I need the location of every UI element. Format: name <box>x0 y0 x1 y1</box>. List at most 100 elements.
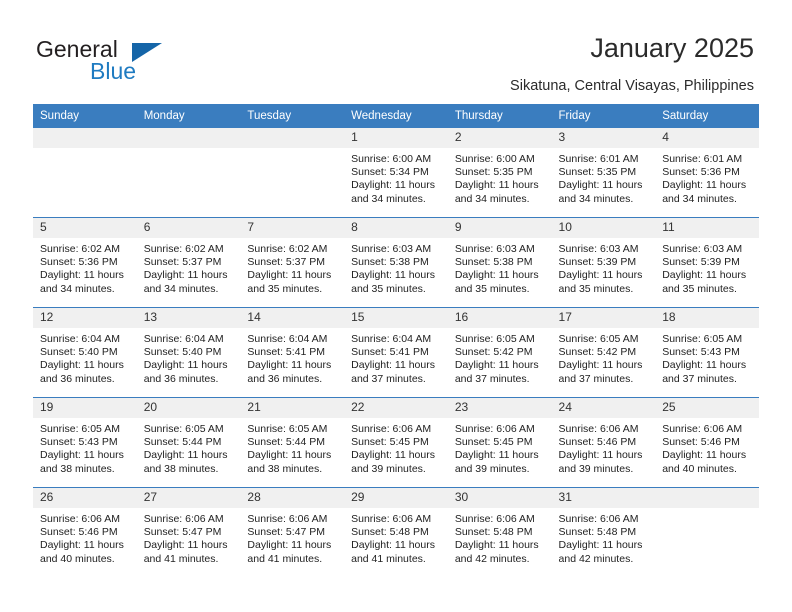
day-detail-sunrise: Sunrise: 6:05 AM <box>662 333 743 345</box>
day-number <box>655 488 759 508</box>
day-details: Sunrise: 6:03 AM Sunset: 5:38 PM Daylight:… <box>344 238 448 296</box>
calendar-day-cell[interactable]: 13 Sunrise: 6:04 AM Sunset: 5:40 PM Dayligh… <box>136 307 241 398</box>
calendar-day-cell[interactable]: 15 Sunrise: 6:04 AM Sunset: 5:41 PM Dayligh… <box>344 307 448 398</box>
day-number: 19 <box>33 398 137 418</box>
calendar-day-cell[interactable]: 18 Sunrise: 6:05 AM Sunset: 5:43 PM Dayligh… <box>655 307 759 398</box>
calendar-day-cell[interactable]: 2 Sunrise: 6:00 AM Sunset: 5:35 PM Daylight… <box>447 127 552 218</box>
day-details: Sunrise: 6:03 AM Sunset: 5:39 PM Daylight:… <box>552 238 656 296</box>
day-detail-daylight1: Daylight: 11 hours <box>558 539 643 552</box>
calendar-day-cell[interactable]: 14 Sunrise: 6:04 AM Sunset: 5:41 PM Dayligh… <box>240 307 345 398</box>
day-detail-sunset: Sunset: 5:35 PM <box>558 166 637 179</box>
day-detail-daylight1: Daylight: 11 hours <box>40 449 124 462</box>
day-detail-sunrise: Sunrise: 6:06 AM <box>351 423 432 435</box>
day-detail-daylight2: and 37 minutes. <box>662 372 737 385</box>
day-detail-daylight2: and 38 minutes. <box>143 462 219 475</box>
day-number: 17 <box>551 308 656 328</box>
day-detail-daylight1: Daylight: 11 hours <box>558 269 643 282</box>
day-details: Sunrise: 6:01 AM Sunset: 5:36 PM Daylight:… <box>655 148 759 206</box>
day-number: 3 <box>551 128 656 148</box>
calendar-day-cell[interactable]: 25 Sunrise: 6:06 AM Sunset: 5:46 PM Dayligh… <box>655 397 759 488</box>
day-detail-daylight1: Daylight: 11 hours <box>454 539 539 552</box>
day-detail-sunset: Sunset: 5:46 PM <box>40 526 118 539</box>
day-detail-daylight1: Daylight: 11 hours <box>351 269 435 282</box>
day-detail-sunrise: Sunrise: 6:06 AM <box>558 423 639 435</box>
day-detail-sunset: Sunset: 5:48 PM <box>351 526 429 539</box>
calendar-day-cell[interactable]: 30 Sunrise: 6:06 AM Sunset: 5:48 PM Dayligh… <box>447 487 552 577</box>
day-details: Sunrise: 6:05 AM Sunset: 5:44 PM Daylight:… <box>137 418 241 476</box>
day-details: Sunrise: 6:00 AM Sunset: 5:34 PM Daylight:… <box>344 148 448 206</box>
day-detail-daylight1: Daylight: 11 hours <box>351 359 435 372</box>
calendar-day-cell[interactable]: 4 Sunrise: 6:01 AM Sunset: 5:36 PM Daylight… <box>655 127 759 218</box>
calendar-day-cell[interactable]: 8 Sunrise: 6:03 AM Sunset: 5:38 PM Daylight… <box>344 217 448 308</box>
day-detail-daylight1: Daylight: 11 hours <box>351 179 435 192</box>
day-detail-daylight2: and 41 minutes. <box>247 552 323 565</box>
calendar-day-cell[interactable]: 29 Sunrise: 6:06 AM Sunset: 5:48 PM Dayligh… <box>344 487 448 577</box>
page-header: General Blue January 2025 Sikatuna, Cent… <box>0 0 792 104</box>
day-detail-daylight2: and 34 minutes. <box>351 192 426 205</box>
day-detail-sunrise: Sunrise: 6:02 AM <box>143 243 224 255</box>
day-number: 22 <box>344 398 448 418</box>
calendar-day-cell[interactable]: 1 Sunrise: 6:00 AM Sunset: 5:34 PM Daylight… <box>344 127 448 218</box>
day-detail-daylight2: and 34 minutes. <box>40 282 115 295</box>
day-details: Sunrise: 6:05 AM Sunset: 5:43 PM Daylight:… <box>655 328 759 386</box>
day-number: 4 <box>655 128 759 148</box>
day-number: 28 <box>240 488 345 508</box>
day-detail-daylight1: Daylight: 11 hours <box>662 179 747 192</box>
calendar-day-cell[interactable]: 11 Sunrise: 6:03 AM Sunset: 5:39 PM Dayligh… <box>655 217 759 308</box>
day-detail-daylight1: Daylight: 11 hours <box>454 359 539 372</box>
day-detail-sunset: Sunset: 5:42 PM <box>558 346 637 359</box>
calendar-day-cell[interactable]: 27 Sunrise: 6:06 AM Sunset: 5:47 PM Dayligh… <box>136 487 241 577</box>
day-detail-daylight1: Daylight: 11 hours <box>143 449 228 462</box>
calendar-day-cell[interactable]: 28 Sunrise: 6:06 AM Sunset: 5:47 PM Dayligh… <box>240 487 345 577</box>
day-number <box>240 128 345 148</box>
day-detail-daylight2: and 36 minutes. <box>40 372 115 385</box>
calendar-day-cell[interactable]: 24 Sunrise: 6:06 AM Sunset: 5:46 PM Dayligh… <box>551 397 656 488</box>
calendar-day-cell[interactable]: 3 Sunrise: 6:01 AM Sunset: 5:35 PM Daylight… <box>551 127 656 218</box>
day-detail-daylight2: and 36 minutes. <box>247 372 323 385</box>
calendar-day-cell[interactable]: 10 Sunrise: 6:03 AM Sunset: 5:39 PM Dayligh… <box>551 217 656 308</box>
day-number: 27 <box>136 488 241 508</box>
calendar-day-cell[interactable]: 31 Sunrise: 6:06 AM Sunset: 5:48 PM Dayligh… <box>551 487 656 577</box>
calendar-day-cell[interactable]: 26 Sunrise: 6:06 AM Sunset: 5:46 PM Dayligh… <box>33 487 137 577</box>
calendar-day-cell[interactable]: 16 Sunrise: 6:05 AM Sunset: 5:42 PM Dayligh… <box>447 307 552 398</box>
weekday-header-thursday: Thursday <box>447 104 552 128</box>
day-detail-daylight2: and 34 minutes. <box>454 192 530 205</box>
day-number: 6 <box>136 218 241 238</box>
day-detail-sunset: Sunset: 5:39 PM <box>558 256 637 269</box>
calendar-day-cell[interactable]: 21 Sunrise: 6:05 AM Sunset: 5:44 PM Dayligh… <box>240 397 345 488</box>
calendar-day-cell[interactable]: 19 Sunrise: 6:05 AM Sunset: 5:43 PM Dayligh… <box>33 397 137 488</box>
day-detail-daylight2: and 37 minutes. <box>454 372 530 385</box>
day-number: 16 <box>447 308 552 328</box>
day-detail-sunrise: Sunrise: 6:02 AM <box>40 243 120 255</box>
calendar-day-cell[interactable]: 9 Sunrise: 6:03 AM Sunset: 5:38 PM Daylight… <box>447 217 552 308</box>
calendar-day-cell[interactable]: 17 Sunrise: 6:05 AM Sunset: 5:42 PM Dayligh… <box>551 307 656 398</box>
calendar-day-cell[interactable]: 22 Sunrise: 6:06 AM Sunset: 5:45 PM Dayligh… <box>344 397 448 488</box>
day-number: 15 <box>344 308 448 328</box>
calendar-day-cell[interactable]: 23 Sunrise: 6:06 AM Sunset: 5:45 PM Dayligh… <box>447 397 552 488</box>
day-detail-sunset: Sunset: 5:44 PM <box>247 436 326 449</box>
day-detail-sunset: Sunset: 5:36 PM <box>40 256 118 269</box>
generalblue-logo[interactable]: General Blue <box>36 36 236 86</box>
calendar-day-cell[interactable]: 6 Sunrise: 6:02 AM Sunset: 5:37 PM Daylight… <box>136 217 241 308</box>
day-detail-daylight1: Daylight: 11 hours <box>351 539 435 552</box>
day-detail-daylight2: and 35 minutes. <box>662 282 737 295</box>
day-detail-daylight2: and 41 minutes. <box>351 552 426 565</box>
day-details: Sunrise: 6:00 AM Sunset: 5:35 PM Daylight:… <box>448 148 552 206</box>
day-detail-sunset: Sunset: 5:44 PM <box>143 436 222 449</box>
day-details: Sunrise: 6:06 AM Sunset: 5:46 PM Daylight:… <box>655 418 759 476</box>
day-detail-sunrise: Sunrise: 6:00 AM <box>351 153 432 165</box>
day-detail-sunset: Sunset: 5:35 PM <box>454 166 533 179</box>
day-number: 10 <box>551 218 656 238</box>
calendar-day-cell[interactable]: 12 Sunrise: 6:04 AM Sunset: 5:40 PM Dayligh… <box>33 307 137 398</box>
day-detail-sunrise: Sunrise: 6:05 AM <box>143 423 224 435</box>
day-detail-daylight2: and 42 minutes. <box>454 552 530 565</box>
day-details: Sunrise: 6:02 AM Sunset: 5:37 PM Daylight:… <box>240 238 344 296</box>
calendar-day-cell[interactable]: 5 Sunrise: 6:02 AM Sunset: 5:36 PM Daylight… <box>33 217 137 308</box>
day-details: Sunrise: 6:04 AM Sunset: 5:41 PM Daylight:… <box>240 328 344 386</box>
day-detail-sunset: Sunset: 5:40 PM <box>40 346 118 359</box>
day-detail-daylight1: Daylight: 11 hours <box>143 359 228 372</box>
calendar-day-cell[interactable]: 7 Sunrise: 6:02 AM Sunset: 5:37 PM Daylight… <box>240 217 345 308</box>
day-details: Sunrise: 6:04 AM Sunset: 5:41 PM Daylight:… <box>344 328 448 386</box>
calendar-day-cell[interactable]: 20 Sunrise: 6:05 AM Sunset: 5:44 PM Dayligh… <box>136 397 241 488</box>
day-detail-sunset: Sunset: 5:47 PM <box>143 526 222 539</box>
